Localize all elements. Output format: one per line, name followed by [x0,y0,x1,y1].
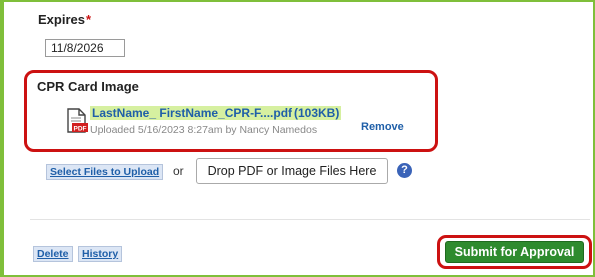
delete-button[interactable]: Delete [33,246,73,262]
submit-for-approval-button[interactable]: Submit for Approval [445,241,584,263]
cpr-card-image-label: CPR Card Image [37,79,139,94]
expires-date-input[interactable] [45,39,125,57]
history-button[interactable]: History [78,246,123,262]
cpr-file-link[interactable]: LastName_ FirstName_CPR-F....pdf [90,106,295,120]
file-drop-zone[interactable]: Drop PDF or Image Files Here [196,158,388,184]
remove-file-link[interactable]: Remove [361,121,404,133]
required-mark: * [85,12,92,27]
expires-label-text: Expires [38,12,85,27]
select-files-button[interactable]: Select Files to Upload [46,164,164,180]
svg-text:PDF: PDF [74,126,87,133]
cpr-file-size: (103KB) [292,106,342,120]
or-text: or [173,164,184,178]
upload-info-text: Uploaded 5/16/2023 8:27am by Nancy Named… [90,124,318,136]
pdf-file-icon: PDF [66,108,88,139]
footer-divider [30,219,590,220]
question-circle-icon[interactable]: ? [397,163,412,178]
expires-label: Expires* [38,12,91,27]
